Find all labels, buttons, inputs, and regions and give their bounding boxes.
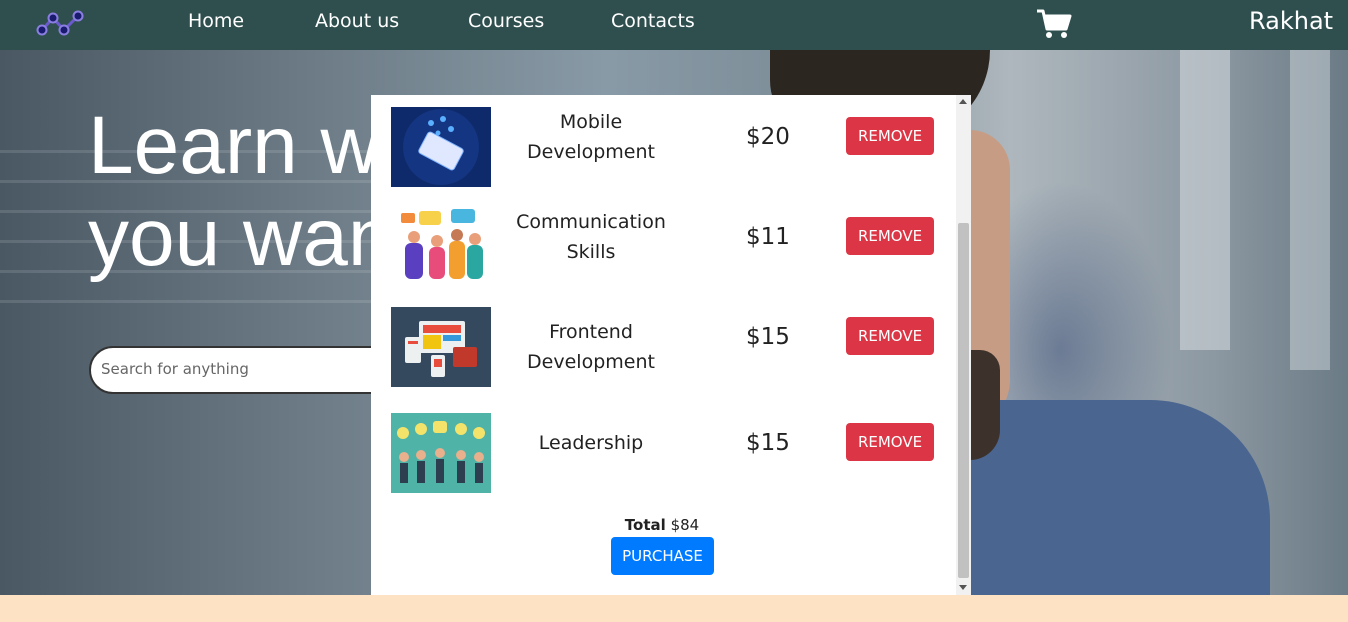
nav-link-contacts[interactable]: Contacts — [611, 10, 695, 32]
course-thumbnail-frontend — [391, 307, 491, 387]
remove-button[interactable]: REMOVE — [846, 423, 934, 461]
purchase-button[interactable]: PURCHASE — [611, 537, 714, 575]
remove-button[interactable]: REMOVE — [846, 317, 934, 355]
course-thumbnail-mobile — [391, 107, 491, 187]
course-thumbnail-communication — [391, 207, 491, 287]
navbar: Home About us Courses Contacts Rakhat — [0, 0, 1348, 50]
cart-total-label: Total — [624, 516, 666, 534]
cart-item: Frontend Development $15 REMOVE — [391, 307, 936, 387]
nav-link-courses[interactable]: Courses — [468, 10, 544, 32]
cart-item: Leadership $15 REMOVE — [391, 413, 936, 493]
cart-popup: Mobile Development $20 REMOVE Communicat… — [371, 95, 971, 595]
cart-item-price: $15 — [746, 324, 790, 350]
scroll-down-arrow-icon[interactable] — [959, 585, 967, 590]
search-input[interactable] — [101, 360, 361, 378]
hero-title-line: you wan — [88, 192, 394, 283]
scrollbar-thumb[interactable] — [958, 223, 969, 578]
remove-button[interactable]: REMOVE — [846, 117, 934, 155]
cart-total: Total $84 — [371, 516, 953, 534]
remove-button[interactable]: REMOVE — [846, 217, 934, 255]
cart-item-price: $11 — [746, 224, 790, 250]
cart-item: Mobile Development $20 REMOVE — [391, 107, 936, 187]
cart-item-name: Communication Skills — [516, 211, 666, 263]
background-window — [1180, 50, 1230, 350]
footer-strip — [0, 595, 1348, 622]
cart-item-price: $15 — [746, 430, 790, 456]
user-name[interactable]: Rakhat — [1249, 7, 1333, 35]
course-thumbnail-leadership — [391, 413, 491, 493]
cart-total-value: $84 — [670, 516, 700, 534]
background-window — [1290, 50, 1330, 370]
cart-item-name: Mobile Development — [527, 111, 655, 163]
cart-item-name: Frontend Development — [527, 321, 655, 373]
shopping-cart-icon[interactable] — [1036, 8, 1072, 40]
scroll-up-arrow-icon[interactable] — [959, 99, 967, 104]
hero-title-line: Learn w — [88, 100, 380, 191]
cart-item: Communication Skills $11 REMOVE — [391, 207, 936, 287]
nav-link-home[interactable]: Home — [188, 10, 244, 32]
cart-item-name: Leadership — [538, 432, 644, 454]
hero-title: Learn w you wan — [88, 100, 393, 284]
cart-scrollbar[interactable] — [956, 95, 971, 595]
nav-link-about-us[interactable]: About us — [315, 10, 399, 32]
cart-item-price: $20 — [746, 124, 790, 150]
network-graph-logo-icon[interactable] — [36, 8, 86, 38]
